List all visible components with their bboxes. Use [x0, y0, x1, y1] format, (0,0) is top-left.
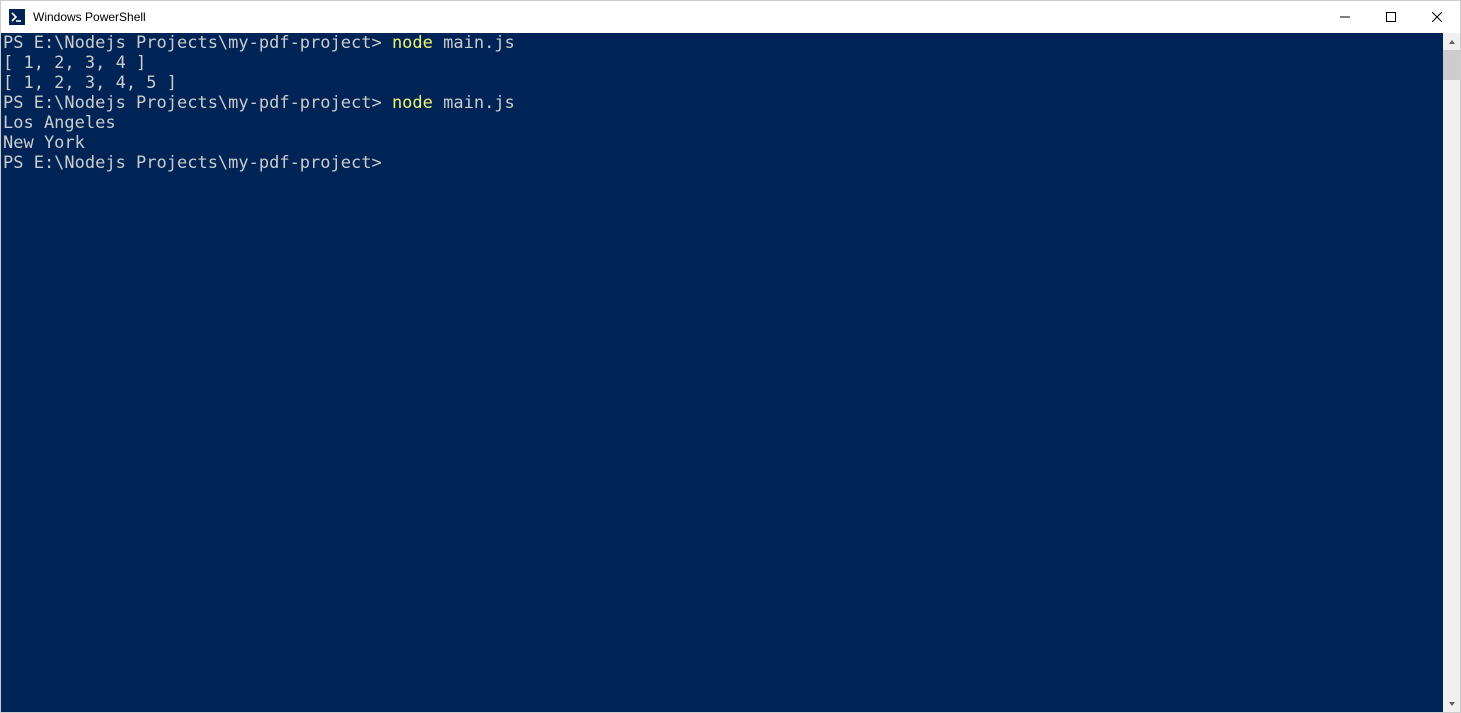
command: node	[392, 93, 433, 113]
prompt-line: PS E:\Nodejs Projects\my-pdf-project> no…	[3, 93, 1441, 113]
prompt-line: PS E:\Nodejs Projects\my-pdf-project> no…	[3, 33, 1441, 53]
command-args: main.js	[433, 33, 515, 53]
command: node	[392, 33, 433, 53]
powershell-window: Windows PowerShell PS E:\Nodejs Projects…	[0, 0, 1461, 713]
titlebar[interactable]: Windows PowerShell	[1, 1, 1460, 33]
prompt-text: PS E:\Nodejs Projects\my-pdf-project>	[3, 33, 392, 53]
output-line: [ 1, 2, 3, 4, 5 ]	[3, 73, 1441, 93]
window-title: Windows PowerShell	[33, 10, 146, 24]
scrollbar-thumb[interactable]	[1443, 50, 1460, 80]
output-line: [ 1, 2, 3, 4 ]	[3, 53, 1441, 73]
close-button[interactable]	[1414, 1, 1460, 33]
minimize-icon	[1340, 12, 1350, 22]
command-args: main.js	[433, 93, 515, 113]
scrollbar-up-arrow[interactable]	[1443, 33, 1460, 50]
prompt-text: PS E:\Nodejs Projects\my-pdf-project>	[3, 153, 392, 173]
minimize-button[interactable]	[1322, 1, 1368, 33]
output-line: Los Angeles	[3, 113, 1441, 133]
powershell-icon	[9, 9, 25, 25]
vertical-scrollbar[interactable]	[1443, 33, 1460, 712]
maximize-button[interactable]	[1368, 1, 1414, 33]
titlebar-left: Windows PowerShell	[9, 9, 146, 25]
output-line: New York	[3, 133, 1441, 153]
prompt-line: PS E:\Nodejs Projects\my-pdf-project>	[3, 153, 1441, 173]
close-icon	[1432, 12, 1442, 22]
scrollbar-down-arrow[interactable]	[1443, 695, 1460, 712]
prompt-text: PS E:\Nodejs Projects\my-pdf-project>	[3, 93, 392, 113]
terminal-wrapper: PS E:\Nodejs Projects\my-pdf-project> no…	[1, 33, 1460, 712]
maximize-icon	[1386, 12, 1396, 22]
terminal-output[interactable]: PS E:\Nodejs Projects\my-pdf-project> no…	[1, 33, 1443, 712]
titlebar-buttons	[1322, 1, 1460, 33]
